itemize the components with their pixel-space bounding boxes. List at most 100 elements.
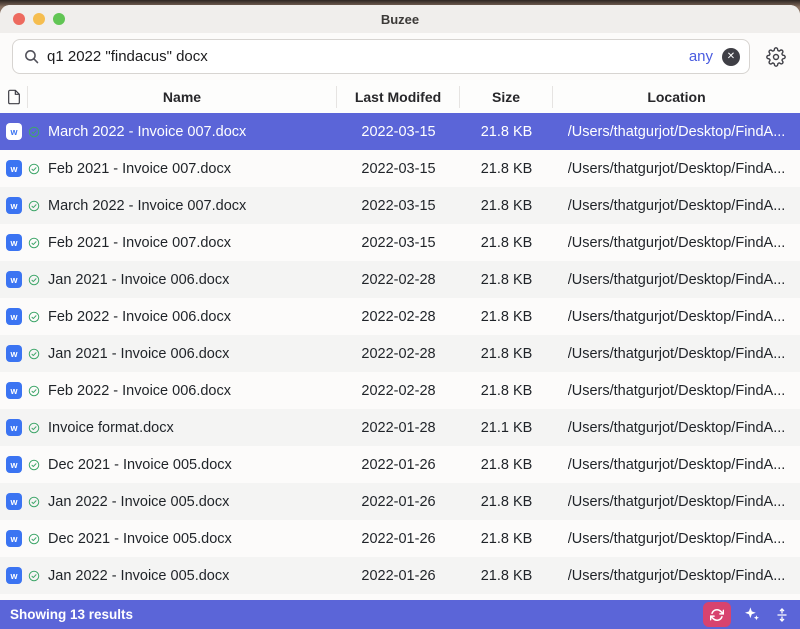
table-row[interactable]: w March 2022 - Invoice 007.docx 2022-03-… [0, 187, 800, 224]
table-row[interactable]: w Jan 2022 - Invoice 005.docx 2022-01-26… [0, 483, 800, 520]
file-size: 21.8 KB [460, 309, 553, 325]
word-file-icon: w [6, 123, 22, 140]
table-row[interactable]: w Feb 2021 - Invoice 007.docx 2022-03-15… [0, 150, 800, 187]
file-location: /Users/thatgurjot/Desktop/FindA... [568, 383, 786, 399]
file-location: /Users/thatgurjot/Desktop/FindA... [568, 420, 786, 436]
file-location: /Users/thatgurjot/Desktop/FindA... [568, 568, 786, 584]
table-row[interactable]: w Feb 2021 - Invoice 007.docx 2022-03-15… [0, 224, 800, 261]
search-scope-dropdown[interactable]: any [689, 48, 713, 65]
file-modified-date: 2022-02-28 [337, 309, 460, 325]
refresh-button[interactable] [703, 602, 731, 627]
check-circle-icon [28, 496, 40, 508]
file-location: /Users/thatgurjot/Desktop/FindA... [568, 531, 786, 547]
word-file-icon: w [6, 493, 22, 510]
table-row[interactable]: w Jan 2022 - Invoice 005.docx 2022-01-26… [0, 557, 800, 594]
file-location: /Users/thatgurjot/Desktop/FindA... [568, 346, 786, 362]
file-size: 21.1 KB [460, 420, 553, 436]
check-circle-icon [28, 422, 40, 434]
search-input[interactable] [47, 48, 682, 65]
file-modified-date: 2022-02-28 [337, 272, 460, 288]
traffic-lights [13, 13, 65, 25]
file-size: 21.8 KB [460, 272, 553, 288]
word-file-icon: w [6, 567, 22, 584]
file-size: 21.8 KB [460, 531, 553, 547]
file-name: Jan 2022 - Invoice 005.docx [48, 494, 229, 510]
check-circle-icon [28, 163, 40, 175]
file-location: /Users/thatgurjot/Desktop/FindA... [568, 198, 786, 214]
header-name[interactable]: Name [28, 86, 337, 108]
file-modified-date: 2022-01-26 [337, 531, 460, 547]
file-modified-date: 2022-02-28 [337, 346, 460, 362]
file-size: 21.8 KB [460, 383, 553, 399]
file-modified-date: 2022-03-15 [337, 161, 460, 177]
word-file-icon: w [6, 160, 22, 177]
zoom-window-button[interactable] [53, 13, 65, 25]
search-icon [23, 48, 40, 65]
search-bar: any ✕ [0, 33, 800, 80]
results-list: w March 2022 - Invoice 007.docx 2022-03-… [0, 113, 800, 594]
check-circle-icon [28, 274, 40, 286]
table-row[interactable]: w Jan 2021 - Invoice 006.docx 2022-02-28… [0, 261, 800, 298]
table-row[interactable]: w Feb 2022 - Invoice 006.docx 2022-02-28… [0, 372, 800, 409]
check-circle-icon [28, 385, 40, 397]
table-row[interactable]: w Dec 2021 - Invoice 005.docx 2022-01-26… [0, 446, 800, 483]
word-file-icon: w [6, 419, 22, 436]
file-location: /Users/thatgurjot/Desktop/FindA... [568, 272, 786, 288]
clear-search-icon[interactable]: ✕ [722, 48, 740, 66]
sparkles-button[interactable] [744, 606, 761, 623]
file-size: 21.8 KB [460, 494, 553, 510]
check-circle-icon [28, 200, 40, 212]
file-modified-date: 2022-01-28 [337, 420, 460, 436]
file-location: /Users/thatgurjot/Desktop/FindA... [568, 235, 786, 251]
header-location[interactable]: Location [553, 86, 800, 108]
table-row[interactable]: w Dec 2021 - Invoice 005.docx 2022-01-26… [0, 520, 800, 557]
word-file-icon: w [6, 271, 22, 288]
word-file-icon: w [6, 382, 22, 399]
check-circle-icon [28, 237, 40, 249]
file-modified-date: 2022-03-15 [337, 124, 460, 140]
header-last-modified[interactable]: Last Modifed [337, 86, 460, 108]
desktop-background: Buzee any ✕ [0, 0, 800, 629]
file-size: 21.8 KB [460, 161, 553, 177]
file-name: Jan 2022 - Invoice 005.docx [48, 568, 229, 584]
window-title: Buzee [381, 12, 419, 27]
table-row[interactable]: w Feb 2022 - Invoice 006.docx 2022-02-28… [0, 298, 800, 335]
check-circle-icon [28, 459, 40, 471]
header-file-type[interactable] [0, 86, 28, 108]
file-name: March 2022 - Invoice 007.docx [48, 198, 246, 214]
check-circle-icon [28, 126, 40, 138]
file-modified-date: 2022-01-26 [337, 457, 460, 473]
gear-icon[interactable] [764, 45, 788, 69]
file-icon [6, 89, 22, 105]
table-row[interactable]: w March 2022 - Invoice 007.docx 2022-03-… [0, 113, 800, 150]
minimize-window-button[interactable] [33, 13, 45, 25]
close-window-button[interactable] [13, 13, 25, 25]
file-modified-date: 2022-02-28 [337, 383, 460, 399]
file-modified-date: 2022-01-26 [337, 494, 460, 510]
file-size: 21.8 KB [460, 198, 553, 214]
file-size: 21.8 KB [460, 457, 553, 473]
file-name: Feb 2022 - Invoice 006.docx [48, 309, 231, 325]
file-name: March 2022 - Invoice 007.docx [48, 124, 246, 140]
file-name: Invoice format.docx [48, 420, 174, 436]
file-location: /Users/thatgurjot/Desktop/FindA... [568, 124, 786, 140]
file-size: 21.8 KB [460, 568, 553, 584]
app-window: Buzee any ✕ [0, 5, 800, 629]
file-size: 21.8 KB [460, 235, 553, 251]
header-size[interactable]: Size [460, 86, 553, 108]
check-circle-icon [28, 311, 40, 323]
search-input-wrap[interactable]: any ✕ [12, 39, 750, 74]
file-modified-date: 2022-03-15 [337, 198, 460, 214]
table-row[interactable]: w Invoice format.docx 2022-01-28 21.1 KB… [0, 409, 800, 446]
table-row[interactable]: w Jan 2021 - Invoice 006.docx 2022-02-28… [0, 335, 800, 372]
word-file-icon: w [6, 234, 22, 251]
file-name: Dec 2021 - Invoice 005.docx [48, 457, 232, 473]
check-circle-icon [28, 348, 40, 360]
titlebar: Buzee [0, 5, 800, 33]
file-name: Feb 2022 - Invoice 006.docx [48, 383, 231, 399]
status-bar: Showing 13 results [0, 600, 800, 629]
unfold-vertical-button[interactable] [774, 607, 790, 623]
file-name: Feb 2021 - Invoice 007.docx [48, 235, 231, 251]
file-location: /Users/thatgurjot/Desktop/FindA... [568, 161, 786, 177]
table-header: Name Last Modifed Size Location [0, 80, 800, 113]
